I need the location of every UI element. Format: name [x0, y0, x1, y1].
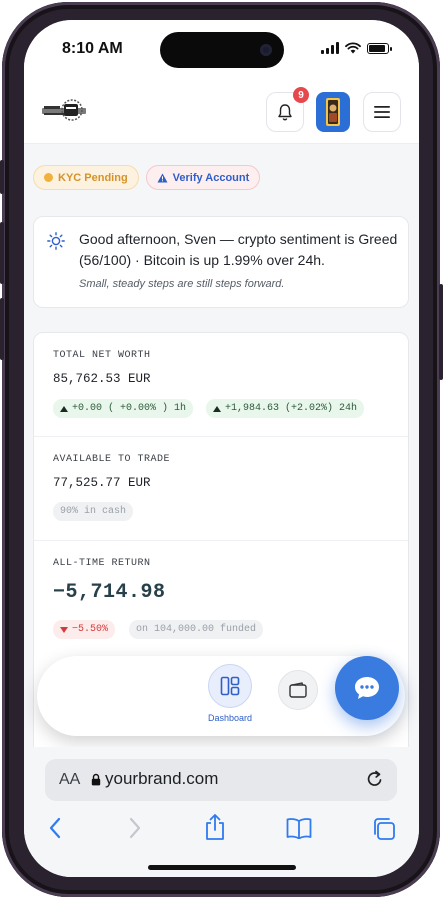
battery-icon — [367, 43, 392, 54]
all-time-pct-text: −5.50% — [72, 624, 109, 635]
change-1h-text: +0.00 ( +0.00% ) 1h — [72, 403, 187, 414]
available-section: AVAILABLE TO TRADE 77,525.77 EUR 90% in … — [34, 437, 408, 541]
status-icons — [321, 42, 392, 54]
reader-mode-button[interactable]: AA — [59, 771, 80, 789]
chat-button[interactable] — [335, 656, 399, 720]
url-text: yourbrand.com — [105, 769, 219, 788]
camera-icon — [260, 44, 272, 56]
funded-text: on 104,000.00 funded — [136, 624, 257, 635]
net-worth-label: TOTAL NET WORTH — [53, 350, 151, 361]
tabs-icon[interactable] — [372, 817, 396, 841]
available-value: 77,525.77 EUR — [53, 476, 151, 490]
notifications-badge: 9 — [293, 87, 309, 103]
phone-volume-up — [0, 222, 4, 284]
brand-logo-icon[interactable] — [42, 98, 86, 124]
kyc-chip-label: KYC Pending — [58, 171, 128, 184]
warning-icon — [157, 173, 168, 182]
browser-chrome: AA yourbrand.com — [24, 747, 419, 877]
wifi-icon — [345, 42, 361, 54]
menu-icon — [374, 106, 390, 118]
phone-action-button — [0, 160, 4, 194]
net-worth-section: TOTAL NET WORTH 85,762.53 EUR +0.00 ( +0… — [34, 333, 408, 437]
url-display[interactable]: yourbrand.com — [91, 769, 218, 789]
net-worth-value: 85,762.53 EUR — [53, 372, 151, 386]
account-status-chips: KYC Pending Verify Account — [33, 165, 261, 190]
forward-icon[interactable] — [128, 817, 142, 839]
funded-pill: on 104,000.00 funded — [129, 620, 264, 639]
share-icon[interactable] — [204, 813, 226, 841]
phone-power-button — [439, 284, 443, 380]
greeting-subtitle: Small, steady steps are still steps forw… — [79, 278, 285, 290]
reload-icon[interactable] — [365, 769, 385, 789]
nav-dashboard[interactable]: Dashboard — [198, 664, 262, 726]
lock-icon — [91, 773, 101, 785]
change-24h-pill: +1,984.63 (+2.02%) 24h — [206, 399, 365, 418]
phone-volume-down — [0, 298, 4, 360]
kyc-dot-icon — [44, 173, 53, 182]
up-arrow-icon — [213, 405, 221, 412]
all-time-label: ALL-TIME RETURN — [53, 558, 151, 569]
dashboard-icon-circle — [208, 664, 252, 708]
notifications-button[interactable]: 9 — [266, 87, 309, 132]
up-arrow-icon — [60, 405, 68, 412]
wallet-icon — [289, 682, 307, 698]
cash-pct-text: 90% in cash — [60, 506, 127, 517]
status-time: 8:10 AM — [62, 40, 123, 57]
bookmarks-icon[interactable] — [286, 817, 312, 839]
address-bar[interactable]: AA yourbrand.com — [45, 759, 397, 801]
screen: 8:10 AM 9 KYC Pending Verify Account Goo… — [24, 20, 419, 877]
bell-icon — [278, 104, 292, 121]
menu-button[interactable] — [363, 92, 401, 132]
dynamic-island — [160, 32, 284, 68]
verify-account-chip[interactable]: Verify Account — [145, 165, 261, 190]
kyc-pending-chip[interactable]: KYC Pending — [33, 165, 139, 190]
home-indicator[interactable] — [148, 865, 296, 870]
cash-pct-pill: 90% in cash — [53, 502, 134, 521]
nav-dashboard-label: Dashboard — [207, 713, 253, 723]
browser-toolbar — [24, 813, 419, 853]
back-icon[interactable] — [48, 817, 62, 839]
change-24h-text: +1,984.63 (+2.02%) 24h — [225, 403, 358, 414]
avatar-image — [326, 98, 340, 126]
nav-wallet[interactable] — [278, 670, 318, 710]
app-header: 9 — [24, 82, 419, 144]
dashboard-icon — [220, 676, 240, 696]
available-label: AVAILABLE TO TRADE — [53, 454, 171, 465]
greeting-message: Good afternoon, Sven — crypto sentiment … — [79, 231, 398, 268]
all-time-return-section: ALL-TIME RETURN −5,714.98 −5.50% on 104,… — [34, 541, 408, 661]
down-arrow-icon — [60, 626, 68, 633]
greeting-card: Good afternoon, Sven — crypto sentiment … — [33, 216, 409, 308]
signal-icon — [321, 42, 339, 54]
status-bar: 8:10 AM — [24, 20, 419, 82]
verify-chip-label: Verify Account — [172, 171, 250, 184]
change-1h-pill: +0.00 ( +0.00% ) 1h — [53, 399, 194, 418]
all-time-pct-pill: −5.50% — [53, 620, 116, 639]
avatar[interactable] — [316, 92, 350, 132]
all-time-value: −5,714.98 — [53, 581, 166, 604]
sun-icon — [47, 232, 65, 250]
chat-icon — [355, 677, 379, 699]
